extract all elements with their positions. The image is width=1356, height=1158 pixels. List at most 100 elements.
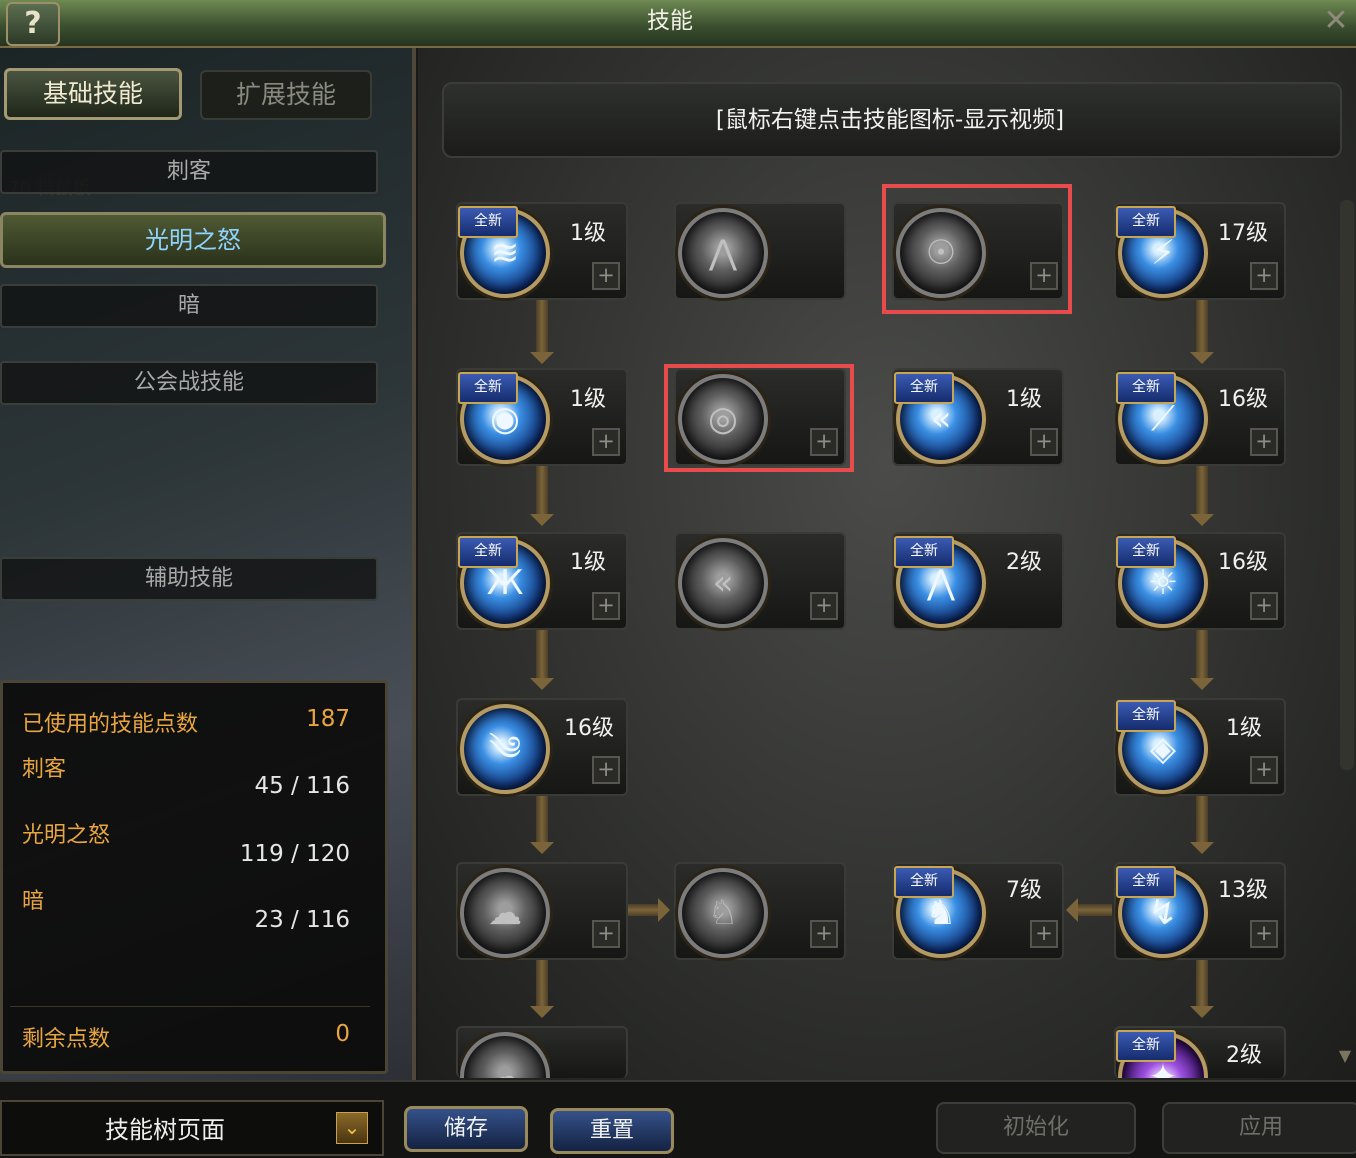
connector-arrow <box>1190 678 1214 690</box>
stats-divider <box>10 1006 370 1007</box>
connector-arrow <box>1190 1006 1214 1018</box>
whirlwind-icon[interactable]: ༄ <box>460 704 550 794</box>
remaining-points-label: 剩余点数 <box>22 1027 111 1052</box>
skill-points-panel <box>0 680 388 1074</box>
connector <box>536 958 548 1008</box>
connector <box>1196 466 1208 516</box>
skill-level: 2级 <box>1006 550 1042 575</box>
connector <box>1076 904 1112 916</box>
connector <box>536 466 548 516</box>
new-badge: 全新 <box>1116 866 1176 898</box>
save-button[interactable]: 储存 <box>404 1106 528 1152</box>
category-guild-war[interactable]: 公会战技能 <box>0 361 378 405</box>
connector-arrow <box>658 898 670 922</box>
category-assassin[interactable]: 刺客 <box>0 150 378 194</box>
category-dark[interactable]: 暗 <box>0 284 378 328</box>
add-point-button[interactable]: + <box>1250 756 1278 784</box>
tab-extended-skills[interactable]: 扩展技能 <box>200 70 372 120</box>
new-badge: 全新 <box>1116 206 1176 238</box>
connector-arrow <box>1066 898 1078 922</box>
used-points-value: 187 <box>306 706 350 732</box>
new-badge: 全新 <box>894 866 954 898</box>
skill-level: 16级 <box>564 716 614 741</box>
connector-arrow <box>1190 842 1214 854</box>
highlight-box <box>882 184 1072 314</box>
add-point-button[interactable]: + <box>592 592 620 620</box>
category-light-wrath[interactable]: 光明之怒 <box>0 212 386 268</box>
used-points-label: 已使用的技能点数 <box>22 712 199 737</box>
skill-level: 2级 <box>1226 1043 1262 1068</box>
add-point-button[interactable]: + <box>1250 428 1278 456</box>
connector <box>626 904 662 916</box>
connector <box>536 630 548 680</box>
connector <box>536 298 548 354</box>
add-point-button[interactable]: + <box>592 920 620 948</box>
initialize-button[interactable]: 初始化 <box>936 1102 1136 1154</box>
connector-arrow <box>1190 514 1214 526</box>
add-point-button[interactable]: + <box>810 592 838 620</box>
rewind-icon[interactable]: « <box>678 538 768 628</box>
connector-arrow <box>530 842 554 854</box>
connector <box>1196 298 1208 354</box>
new-badge: 全新 <box>1116 1030 1176 1062</box>
connector <box>1196 794 1208 844</box>
new-badge: 全新 <box>458 372 518 404</box>
shadow-beast-icon[interactable]: ☁ <box>460 868 550 958</box>
remaining-points-value: 0 <box>335 1021 350 1047</box>
add-point-button[interactable]: + <box>592 262 620 290</box>
connector-arrow <box>530 1006 554 1018</box>
new-badge: 全新 <box>458 536 518 568</box>
add-point-button[interactable]: + <box>592 428 620 456</box>
skill-level: 1级 <box>570 387 606 412</box>
connector-arrow <box>530 352 554 364</box>
scroll-down-icon[interactable]: ▼ <box>1334 1046 1356 1068</box>
scrollbar[interactable] <box>1340 200 1354 770</box>
skill-level: 1级 <box>570 550 606 575</box>
connector-arrow <box>530 678 554 690</box>
skill-level: 1级 <box>1006 387 1042 412</box>
connector <box>536 794 548 844</box>
light-points-value: 119 / 120 <box>239 841 350 867</box>
smoke-icon[interactable]: ☁ <box>460 1032 550 1078</box>
add-point-button[interactable]: + <box>1250 592 1278 620</box>
skill-level: 16级 <box>1218 550 1268 575</box>
skill-level: 1级 <box>570 221 606 246</box>
add-point-button[interactable]: + <box>810 920 838 948</box>
skill-level: 1级 <box>1226 716 1262 741</box>
skill-level: 16级 <box>1218 387 1268 412</box>
connector-arrow <box>1190 352 1214 364</box>
skill-level: 17级 <box>1218 221 1268 246</box>
connector-arrow <box>530 514 554 526</box>
skill-level: 7级 <box>1006 878 1042 903</box>
tab-basic-skills[interactable]: 基础技能 <box>4 68 182 120</box>
close-icon[interactable]: ✕ <box>1316 0 1356 42</box>
new-badge: 全新 <box>1116 536 1176 568</box>
flame-sigil-icon[interactable]: ⋀ <box>678 208 768 298</box>
connector <box>1196 630 1208 680</box>
connector <box>1196 958 1208 1008</box>
chevron-down-icon[interactable]: ⌄ <box>336 1112 368 1144</box>
skill-tree-page-label: 技能树页面 <box>105 1116 225 1144</box>
new-badge: 全新 <box>894 372 954 404</box>
add-point-button[interactable]: + <box>1250 262 1278 290</box>
dark-points-label: 暗 <box>22 889 45 914</box>
skill-level: 13级 <box>1218 878 1268 903</box>
rabbit-spirit-icon[interactable]: ♘ <box>678 868 768 958</box>
add-point-button[interactable]: + <box>592 756 620 784</box>
category-support[interactable]: 辅助技能 <box>0 557 378 601</box>
add-point-button[interactable]: + <box>1250 920 1278 948</box>
add-point-button[interactable]: + <box>1030 428 1058 456</box>
assassin-points-label: 刺客 <box>22 757 67 782</box>
new-badge: 全新 <box>1116 700 1176 732</box>
new-badge: 全新 <box>894 536 954 568</box>
reset-button[interactable]: 重置 <box>550 1108 674 1154</box>
add-point-button[interactable]: + <box>1030 920 1058 948</box>
apply-button[interactable]: 应用 <box>1162 1102 1356 1154</box>
light-points-label: 光明之怒 <box>22 823 111 848</box>
new-badge: 全新 <box>458 206 518 238</box>
window-title: 技能 <box>647 8 693 34</box>
dark-points-value: 23 / 116 <box>254 907 350 933</box>
highlight-box <box>664 364 854 472</box>
assassin-points-value: 45 / 116 <box>254 773 350 799</box>
new-badge: 全新 <box>1116 372 1176 404</box>
